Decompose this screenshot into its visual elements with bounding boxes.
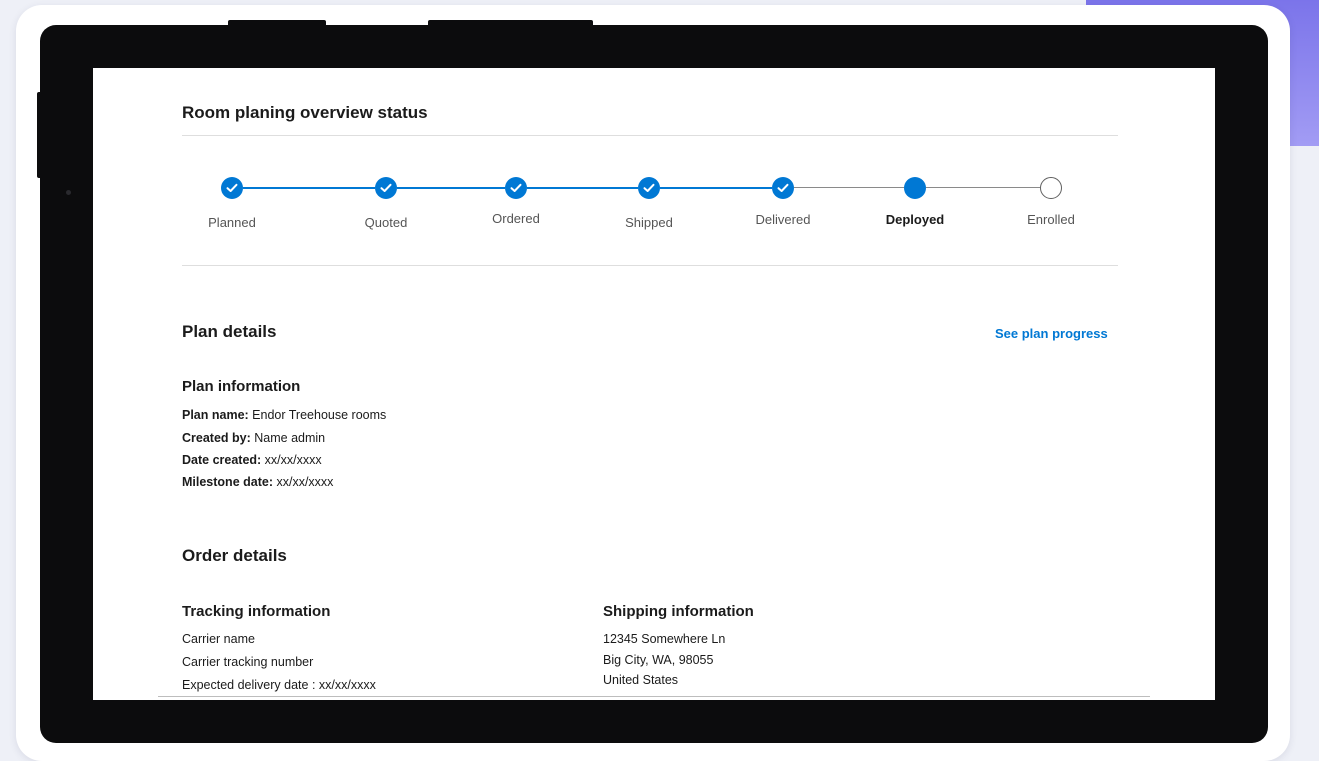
empty-circle-icon [1040,177,1062,199]
milestone-date-field: Milestone date: xx/xx/xxxx [182,475,333,489]
tablet-screen: Room planing overview status Plan detail… [93,68,1215,700]
bottom-divider [158,696,1150,697]
shipping-information-title: Shipping information [603,603,754,620]
checkmark-circle-icon [505,177,527,199]
date-created-field: Date created: xx/xx/xxxx [182,453,322,467]
overview-divider-bottom [182,265,1118,266]
stepper-connector [794,187,904,188]
step-label-planned: Planned [208,215,256,230]
created-by-value: Name admin [250,431,326,445]
checkmark-circle-icon [638,177,660,199]
filled-circle-icon [904,177,926,199]
date-created-label: Date created: [182,453,262,467]
checkmark-circle-icon [772,177,794,199]
carrier-name: Carrier name [182,632,255,646]
stepper-connector [243,187,375,189]
stage: Room planing overview status Plan detail… [0,0,1319,761]
plan-details-title: Plan details [182,322,277,341]
step-label-shipped: Shipped [625,215,673,230]
see-plan-progress-link[interactable]: See plan progress [995,326,1108,341]
step-label-delivered: Delivered [755,212,811,227]
stepper-connector [660,187,772,189]
created-by-field: Created by: Name admin [182,431,325,445]
milestone-date-value: xx/xx/xxxx [273,475,334,489]
plan-name-value: Endor Treehouse rooms [248,408,387,422]
stepper-connector [397,187,505,189]
expected-delivery-date: Expected delivery date : xx/xx/xxxx [182,678,376,692]
stepper-connector [527,187,638,189]
camera-icon [66,190,71,195]
created-by-label: Created by: [182,431,251,445]
stepper-connector [926,187,1040,188]
order-details-title: Order details [182,546,287,565]
milestone-date-label: Milestone date: [182,475,273,489]
checkmark-circle-icon [375,177,397,199]
step-label-deployed: Deployed [885,212,945,227]
step-label-enrolled: Enrolled [1027,212,1075,227]
shipping-street: 12345 Somewhere Ln [603,632,726,646]
step-label-ordered: Ordered [492,211,540,226]
tracking-information-title: Tracking information [182,603,331,620]
checkmark-circle-icon [221,177,243,199]
plan-name-field: Plan name: Endor Treehouse rooms [182,408,386,422]
plan-name-label: Plan name: [182,408,249,422]
plan-information-title: Plan information [182,378,301,395]
shipping-country: United States [603,673,679,687]
overview-divider-top [182,135,1118,136]
shipping-city: Big City, WA, 98055 [603,653,714,667]
step-label-quoted: Quoted [364,215,408,230]
carrier-tracking-number: Carrier tracking number [182,655,314,669]
date-created-value: xx/xx/xxxx [261,453,322,467]
overview-title: Room planing overview status [182,103,428,122]
